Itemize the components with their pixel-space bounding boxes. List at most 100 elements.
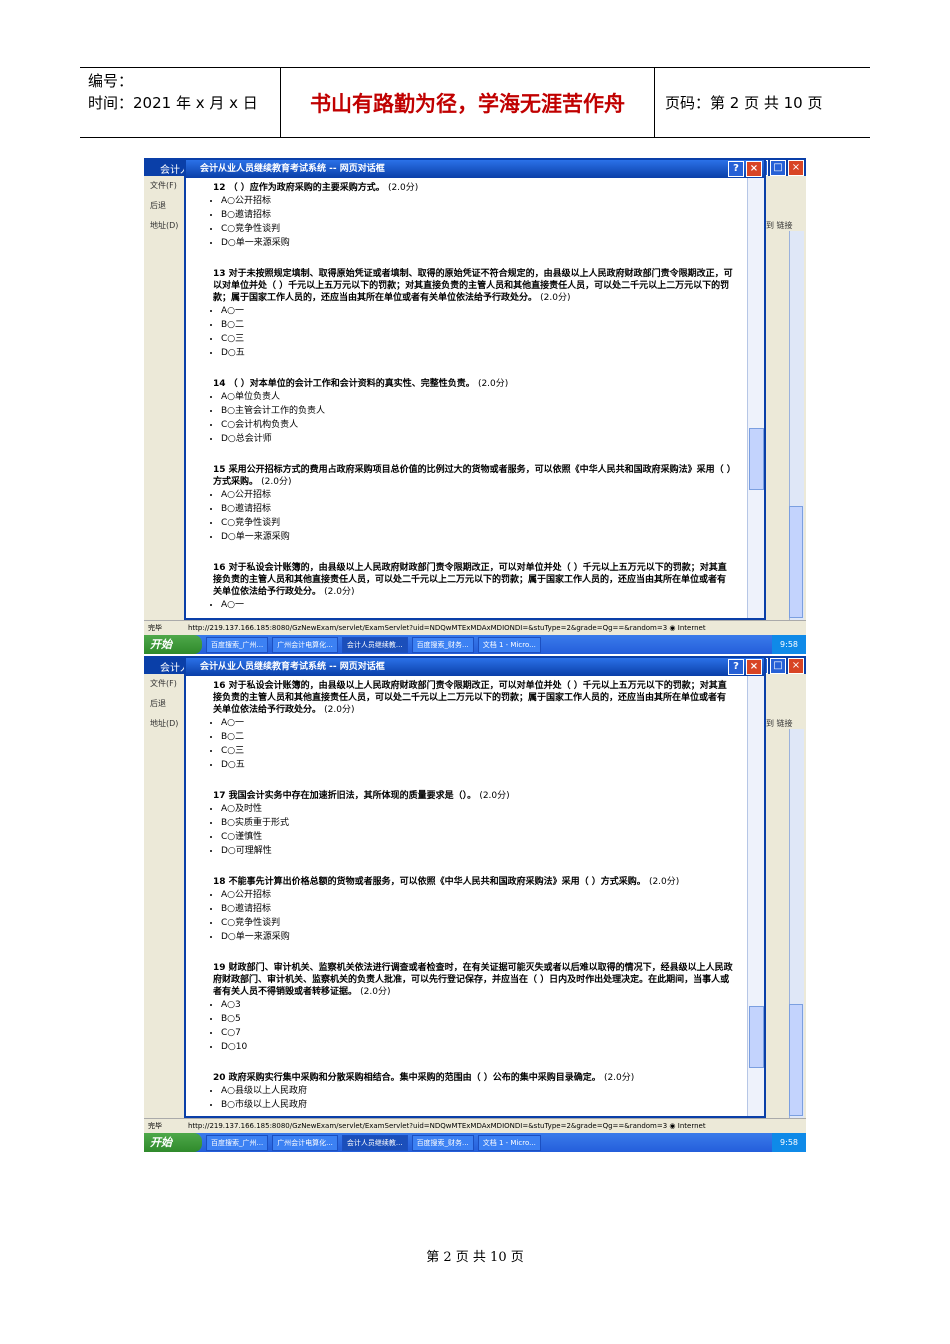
dialog-controls: ? × <box>728 659 762 675</box>
taskbar-item[interactable]: 广州会计电算化... <box>272 636 338 653</box>
dialog-scrollbar[interactable] <box>747 676 764 1116</box>
question: 20 政府采购实行集中采购和分散采购相结合。集中采购的范围由（ ）公布的集中采购… <box>213 1072 733 1084</box>
question-score: (2.0分) <box>261 477 292 487</box>
answer-option[interactable]: A○公开招标 <box>221 888 746 902</box>
answer-option[interactable]: B○邀请招标 <box>221 208 746 222</box>
globe-icon: ◉ <box>669 1122 676 1130</box>
menu-file[interactable]: 文件(F) <box>144 176 184 196</box>
taskbar-item[interactable]: 百度搜索_广州... <box>206 1134 269 1151</box>
question-text: 18 不能事先计算出价格总额的货物或者服务，可以依照《中华人民共和国政府采购法》… <box>213 877 646 887</box>
answer-option[interactable]: B○二 <box>221 318 746 332</box>
time-label: 时间：2021 年 x 月 x 日 <box>88 94 258 112</box>
answer-option[interactable]: B○5 <box>221 1012 746 1026</box>
links-label[interactable]: 到 链接 <box>766 718 793 729</box>
address-label: 地址(D) <box>150 719 179 728</box>
taskbar-item[interactable]: 百度搜索_财务... <box>411 1134 474 1151</box>
answer-option[interactable]: D○五 <box>221 346 746 360</box>
question-partial: 16 对于私设会计账簿的，由县级以上人民政府财政部门责令限期改正，可以对单位并处… <box>213 680 733 716</box>
answer-option[interactable]: A○一 <box>221 598 746 612</box>
browser-scrollbar-thumb[interactable] <box>789 506 803 618</box>
screenshot-1: 会计人 _□× 文件(F) 后退 地址(D) 到 链接 会计从业人员继续教育考试… <box>144 158 806 654</box>
answer-option[interactable]: C○竞争性谈判 <box>221 222 746 236</box>
browser-right-toolbar: 到 链接 <box>764 674 806 1119</box>
dialog-close-icon[interactable]: × <box>746 659 762 675</box>
answer-option[interactable]: C○会计机构负责人 <box>221 418 746 432</box>
status-done: 完毕 <box>148 624 162 632</box>
question-text: 17 我国会计实务中存在加速折旧法，其所体现的质量要求是（）。 <box>213 791 477 801</box>
answer-option[interactable]: D○总会计师 <box>221 432 746 446</box>
close-icon[interactable]: × <box>788 658 804 674</box>
page-footer: 第 2 页 共 10 页 <box>426 1250 524 1265</box>
answer-option[interactable]: C○竞争性谈判 <box>221 516 746 530</box>
taskbar-item[interactable]: 百度搜索_广州... <box>206 636 269 653</box>
answer-option[interactable]: C○三 <box>221 332 746 346</box>
answer-option[interactable]: C○竞争性谈判 <box>221 916 746 930</box>
answer-option[interactable]: A○及时性 <box>221 802 746 816</box>
help-icon[interactable]: ? <box>728 161 744 177</box>
taskbar-item[interactable]: 会计人员继续教... <box>341 636 408 653</box>
answer-option[interactable]: D○10 <box>221 1040 746 1054</box>
answer-option[interactable]: D○五 <box>221 758 746 772</box>
exam-dialog: 会计从业人员继续教育考试系统 -- 网页对话框 ? × 12 （ ）应作为政府采购… <box>184 158 766 620</box>
answer-option[interactable]: A○县级以上人民政府 <box>221 1084 746 1098</box>
question: 12 （ ）应作为政府采购的主要采购方式。 (2.0分) <box>213 182 733 194</box>
taskbar-item[interactable]: 会计人员继续教... <box>341 1134 408 1151</box>
answer-option[interactable]: A○公开招标 <box>221 194 746 208</box>
question-score: (2.0分) <box>324 705 355 715</box>
answer-option[interactable]: C○7 <box>221 1026 746 1040</box>
question-score: (2.0分) <box>477 379 509 389</box>
question-text: 16 对于私设会计账簿的，由县级以上人民政府财政部门责令限期改正，可以对单位并处… <box>213 681 727 715</box>
dialog-close-icon[interactable]: × <box>746 161 762 177</box>
answer-option[interactable]: A○3 <box>221 998 746 1012</box>
answer-option[interactable]: D○单一来源采购 <box>221 236 746 250</box>
taskbar-item[interactable]: 广州会计电算化... <box>272 1134 338 1151</box>
answer-option[interactable]: B○市级以上人民政府 <box>221 1098 746 1112</box>
answer-option[interactable]: D○单一来源采购 <box>221 530 746 544</box>
start-button[interactable]: 开始 <box>144 635 202 654</box>
option-list: A○公开招标B○邀请招标C○竞争性谈判D○单一来源采购 <box>213 194 746 250</box>
links-label[interactable]: 到 链接 <box>766 220 793 231</box>
motto: 书山有路勤为径，学海无涯苦作舟 <box>281 68 655 137</box>
question-score: (2.0分) <box>479 791 510 801</box>
option-list: A○县级以上人民政府B○市级以上人民政府 <box>213 1084 746 1112</box>
answer-option[interactable]: B○二 <box>221 730 746 744</box>
question-text: 13 对于未按照规定填制、取得原始凭证或者填制、取得的原始凭证不符合规定的，由县… <box>213 269 733 303</box>
answer-option[interactable]: B○实质重于形式 <box>221 816 746 830</box>
question: 19 财政部门、审计机关、监察机关依法进行调查或者检查时，在有关证据可能灭失或者… <box>213 962 733 998</box>
close-icon[interactable]: × <box>788 160 804 176</box>
maximize-icon[interactable]: □ <box>770 658 786 674</box>
help-icon[interactable]: ? <box>728 659 744 675</box>
taskbar-item[interactable]: 文档 1 - Micro... <box>477 1134 541 1151</box>
start-button[interactable]: 开始 <box>144 1133 202 1152</box>
answer-option[interactable]: B○邀请招标 <box>221 902 746 916</box>
menu-file[interactable]: 文件(F) <box>144 674 184 694</box>
answer-option[interactable]: D○可理解性 <box>221 844 746 858</box>
answer-option[interactable]: C○谨慎性 <box>221 830 746 844</box>
answer-option[interactable]: B○邀请招标 <box>221 502 746 516</box>
answer-option[interactable]: B○主管会计工作的负责人 <box>221 404 746 418</box>
back-button[interactable]: 后退 <box>144 196 184 216</box>
answer-option[interactable]: A○单位负责人 <box>221 390 746 404</box>
taskbar-item[interactable]: 文档 1 - Micro... <box>477 636 541 653</box>
option-list: A○3B○5C○7D○10 <box>213 998 746 1054</box>
answer-option[interactable]: A○公开招标 <box>221 488 746 502</box>
browser-scrollbar-thumb[interactable] <box>789 1004 803 1116</box>
dialog-scrollbar[interactable] <box>747 178 764 618</box>
answer-option[interactable]: A○一 <box>221 304 746 318</box>
dialog-titlebar: 会计从业人员继续教育考试系统 -- 网页对话框 ? × <box>186 160 764 178</box>
globe-icon: ◉ <box>669 624 676 632</box>
status-url: http://219.137.166.185:8080/GzNewExam/se… <box>188 1122 668 1130</box>
taskbar: 开始 百度搜索_广州... 广州会计电算化... 会计人员继续教... 百度搜索… <box>144 1133 806 1152</box>
status-done: 完毕 <box>148 1122 162 1130</box>
taskbar-item[interactable]: 百度搜索_财务... <box>411 636 474 653</box>
answer-option[interactable]: D○单一来源采购 <box>221 930 746 944</box>
dialog-scrollbar-thumb[interactable] <box>749 1006 764 1068</box>
answer-option[interactable]: C○三 <box>221 744 746 758</box>
back-button[interactable]: 后退 <box>144 694 184 714</box>
answer-option[interactable]: A○一 <box>221 716 746 730</box>
maximize-icon[interactable]: □ <box>770 160 786 176</box>
header-meta: 编号： 时间：2021 年 x 月 x 日 <box>80 68 281 137</box>
dialog-scrollbar-thumb[interactable] <box>749 428 764 490</box>
clock: 9:58 <box>772 635 806 654</box>
option-list: A○一 <box>213 598 746 612</box>
